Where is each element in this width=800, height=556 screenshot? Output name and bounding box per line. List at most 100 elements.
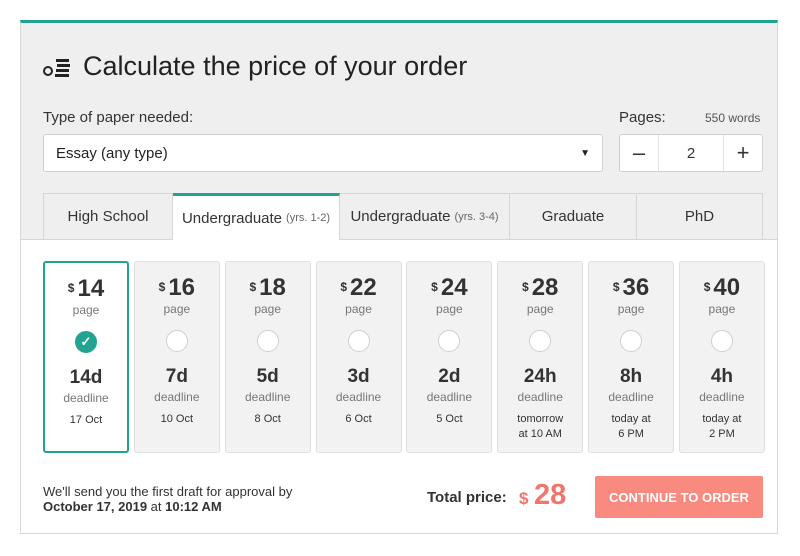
radio-button[interactable] — [347, 330, 370, 352]
price-unit: page — [345, 302, 372, 316]
deadline-label: deadline — [154, 390, 200, 404]
deadline-label: deadline — [517, 390, 563, 404]
deadline-date: 17 Oct — [45, 413, 127, 428]
chevron-down-icon: ▼ — [580, 147, 590, 159]
currency-symbol: $ — [431, 280, 438, 294]
price-unit: page — [436, 302, 463, 316]
tab-high-school[interactable]: High School — [43, 193, 173, 239]
currency-symbol: $ — [612, 280, 620, 294]
radio-button[interactable] — [438, 330, 461, 352]
deadline-label: deadline — [63, 391, 109, 405]
increment-button[interactable]: + — [724, 135, 762, 171]
deadline-price: $14 — [45, 277, 127, 301]
deadline-label: deadline — [426, 390, 473, 404]
continue-to-order-button[interactable]: CONTINUE TO ORDER — [595, 476, 763, 518]
radio-button[interactable] — [620, 330, 643, 352]
deadline-duration: 3d — [347, 366, 370, 387]
paper-type-value: Essay (any type) — [56, 144, 168, 162]
tab-phd[interactable]: PhD — [637, 193, 763, 239]
deadline-option[interactable]: $14 page ✓ 14d deadline 17 Oct — [43, 261, 129, 453]
deadline-date: today at 2 PM — [680, 412, 764, 442]
deadline-option[interactable]: $18 page 5d deadline 8 Oct — [224, 261, 311, 453]
paper-type-select[interactable]: Essay (any type) ▼ — [43, 134, 603, 172]
price-unit: page — [163, 302, 191, 316]
tab-undergraduate-3-4[interactable]: Undergraduate (yrs. 3-4) — [340, 193, 510, 239]
price-amount: 36 — [622, 274, 650, 301]
deadline-price: $24 — [407, 276, 491, 300]
currency-symbol: $ — [522, 280, 529, 294]
price-unit: page — [617, 302, 645, 316]
pages-stepper[interactable]: – 2 + — [619, 134, 763, 172]
deadline-option[interactable]: $16 page 7d deadline 10 Oct — [133, 261, 220, 453]
deadline-date-line: 8 Oct — [254, 413, 281, 425]
deadline-duration: 14d — [69, 367, 103, 388]
deadline-price: $18 — [226, 276, 310, 300]
deadline-option[interactable]: $28 page 24h deadline tomorrow at 10 AM — [497, 261, 584, 453]
price-amount: 14 — [77, 275, 105, 302]
price-unit: page — [708, 302, 736, 316]
title-row: Calculate the price of your order — [43, 51, 467, 82]
page-title: Calculate the price of your order — [83, 51, 468, 81]
currency-symbol: $ — [340, 280, 348, 294]
deadline-date-line: today at — [611, 413, 651, 425]
radio-button[interactable] — [710, 330, 733, 352]
price-amount: 28 — [531, 274, 559, 301]
deadline-date: 10 Oct — [135, 412, 219, 427]
deadline-date-line: 6 PM — [618, 428, 644, 440]
deadline-option[interactable]: $36 page 8h deadline today at 6 PM — [588, 261, 675, 453]
deadline-date-line: 2 PM — [709, 428, 735, 440]
deadline-option[interactable]: $24 page 2d deadline 5 Oct — [406, 261, 493, 453]
total-price-value: 28 — [534, 479, 567, 511]
radio-button[interactable] — [165, 330, 188, 352]
price-unit: page — [72, 303, 100, 317]
price-amount: 24 — [440, 274, 468, 301]
deadline-date-line: 5 Oct — [436, 413, 463, 425]
deadline-label: deadline — [335, 390, 382, 404]
deadline-duration: 24h — [523, 366, 557, 387]
currency-symbol: $ — [249, 280, 257, 294]
deadline-date-line: at 10 AM — [518, 428, 562, 440]
currency-symbol: $ — [158, 280, 166, 294]
words-count: 550 words — [705, 111, 761, 125]
deadline-label: deadline — [245, 390, 291, 404]
price-calculator-card: Calculate the price of your order Type o… — [20, 20, 778, 534]
price-amount: 22 — [350, 274, 377, 301]
deadline-date: 6 Oct — [317, 412, 401, 427]
deadline-date-line: tomorrow — [517, 413, 564, 425]
currency-symbol: $ — [67, 281, 75, 295]
deadline-label: deadline — [608, 390, 654, 404]
currency-symbol: $ — [703, 280, 711, 294]
tab-graduate[interactable]: Graduate — [510, 193, 637, 239]
radio-button[interactable] — [529, 330, 552, 352]
deadline-price: $16 — [135, 276, 219, 300]
deadline-option[interactable]: $22 page 3d deadline 6 Oct — [315, 261, 402, 453]
price-unit: page — [254, 302, 282, 316]
deadline-date-line: today at — [702, 413, 742, 425]
coins-calc-icon — [43, 58, 70, 77]
deadline-date: 8 Oct — [226, 412, 310, 427]
price-amount: 18 — [259, 274, 286, 301]
deadline-label: deadline — [699, 390, 745, 404]
deadline-duration: 7d — [165, 366, 188, 387]
total-price-currency: $ — [519, 489, 529, 508]
deadline-date: tomorrow at 10 AM — [498, 412, 582, 442]
deadline-price: $28 — [498, 276, 582, 300]
deadline-duration: 5d — [256, 366, 279, 387]
decrement-button[interactable]: – — [620, 135, 658, 171]
tab-undergraduate-1-2[interactable]: Undergraduate (yrs. 1-2) — [173, 193, 340, 240]
deadline-duration: 4h — [710, 366, 733, 387]
paper-type-label: Type of paper needed: — [43, 109, 194, 126]
deadline-price: $22 — [317, 276, 401, 300]
deadline-date: today at 6 PM — [589, 412, 673, 442]
pages-input[interactable]: 2 — [658, 135, 724, 171]
deadline-date-line: 10 Oct — [160, 413, 194, 425]
deadline-price: $36 — [589, 276, 673, 300]
calculator-header-panel: Calculate the price of your order Type o… — [21, 23, 777, 240]
check-icon[interactable]: ✓ — [75, 331, 97, 353]
deadline-option[interactable]: $40 page 4h deadline today at 2 PM — [678, 261, 765, 453]
deadline-options: $14 page ✓ 14d deadline 17 Oct $16 page 7d deadli… — [43, 261, 765, 455]
price-amount: 40 — [713, 274, 741, 301]
deadline-duration: 8h — [619, 366, 643, 387]
radio-button[interactable] — [256, 330, 279, 352]
deadline-date: 5 Oct — [407, 412, 491, 427]
